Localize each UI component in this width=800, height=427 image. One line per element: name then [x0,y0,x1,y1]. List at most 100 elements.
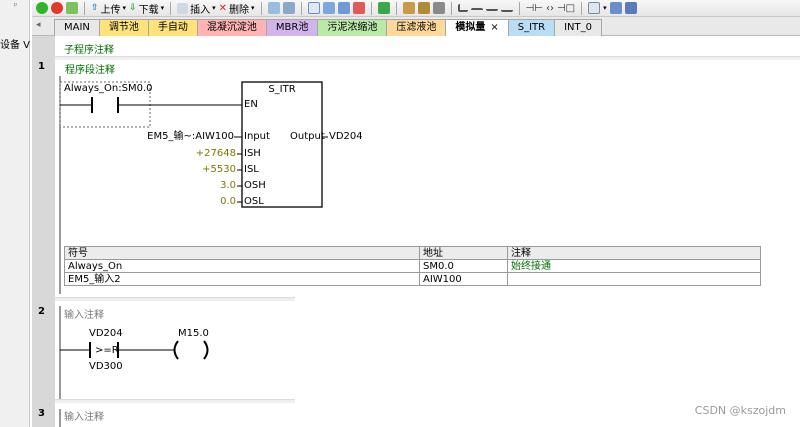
address-cell: AIW100 [419,272,508,286]
network-comment[interactable]: 输入注释 [64,306,104,321]
upload-button[interactable]: ⇧ 上传 ▾ [91,1,126,16]
tab-label: S_ITR [517,22,546,33]
osh-pin: OSH [244,180,266,191]
view-icon[interactable] [588,2,601,14]
tab-label: 调节池 [108,22,139,33]
dropdown-icon[interactable]: ▾ [123,4,127,12]
toolbar: ⇧ 上传 ▾ ⇩ 下载 ▾ 插入 ▾ ✕ 删除 ▾ ⊣⊢ ‹› ⊣□ ▾ [32,0,800,17]
go-to-icon[interactable] [377,2,390,14]
navigate-icon[interactable] [322,2,335,14]
tab-0[interactable]: MAIN [54,19,100,36]
tab-1[interactable]: 调节池 [98,19,149,36]
en-pin: EN [244,99,258,110]
dropdown-icon[interactable]: ▾ [161,4,165,12]
tab-label: 污泥浓缩池 [327,22,378,33]
symbol-cell: Always_On [64,259,420,273]
input-value[interactable]: EM5_输~:AIW100 [132,131,234,143]
coil-left-arc[interactable] [173,340,179,360]
dropdown-icon[interactable]: ▾ [251,4,255,12]
symbol-table-icon[interactable] [432,2,445,14]
toolbar-separator [395,1,397,15]
pin-icon[interactable]: ᵖ [14,1,17,10]
line-right-icon[interactable] [500,5,513,12]
delete-label: 删除 [229,4,250,16]
scroll-left-icon[interactable]: ◂ [36,20,41,30]
stop-icon[interactable] [51,2,63,14]
box-icon[interactable]: ⊣□ [557,3,575,14]
upload-arrow-icon: ⇧ [91,3,99,13]
table-row: Always_On SM0.0 始终接通 [64,259,761,273]
address-cell: SM0.0 [419,259,508,273]
network-comment[interactable]: 输入注释 [64,408,104,423]
delete-button[interactable]: ✕ 删除 ▾ [219,1,255,16]
coil-right-arc[interactable] [203,340,209,360]
network-number: 1 [38,61,45,72]
output-value[interactable]: VD204 [329,131,363,143]
dropdown-icon[interactable]: ▾ [603,4,607,12]
line-up-icon[interactable] [485,5,498,11]
tab-7[interactable]: 模拟量 × [445,19,509,36]
symbol-table: 符号 地址 注释 Always_On SM0.0 始终接通 EM5_输入2 AI… [64,246,761,286]
tab-8[interactable]: S_ITR [507,19,556,36]
insert-button[interactable]: 插入 ▾ [177,1,216,16]
isl-value[interactable]: +5530 [172,164,236,176]
window-icon[interactable] [307,2,320,14]
tab-label: MBR池 [275,22,309,33]
tab-label: MAIN [64,22,90,33]
compare-operand-top[interactable]: VD204 [89,328,123,340]
close-icon[interactable]: × [490,22,498,33]
coil-icon[interactable]: ‹› [546,3,554,14]
tab-5[interactable]: 污泥浓缩池 [317,19,388,36]
osl-pin: OSL [244,196,264,207]
tab-2[interactable]: 手自动 [147,19,198,36]
unlock-icon[interactable] [417,2,430,14]
insert-icon [177,2,189,14]
tab-6[interactable]: 压滤液池 [386,19,447,36]
compare-operand-bottom[interactable]: VD300 [89,361,123,373]
grid-icon[interactable] [609,2,622,14]
monitor-icon[interactable] [267,2,280,14]
isl-pin: ISL [244,164,259,175]
compile-icon[interactable] [66,2,78,14]
dropdown-icon[interactable]: ▾ [212,4,216,12]
toolbar-separator [450,1,452,15]
delete-icon: ✕ [218,2,228,14]
toolbar-separator [84,1,85,15]
symbol-table-header: 符号 地址 注释 [64,246,761,260]
coil-label[interactable]: M15.0 [178,328,209,340]
upload-label: 上传 [100,4,121,16]
comment-column-header: 注释 [507,246,761,260]
ish-value[interactable]: +27648 [172,148,236,160]
toolbar-separator [260,1,262,15]
symbol-column-header: 符号 [64,246,420,260]
tab-3[interactable]: 混凝沉淀池 [196,19,267,36]
download-label: 下载 [138,4,159,16]
subroutine-comment[interactable]: 子程序注释 [64,41,114,56]
network-separator [55,297,295,301]
toolbar-separator [370,1,372,15]
lock-icon[interactable] [402,2,415,14]
contact-icon[interactable]: ⊣⊢ [526,3,543,14]
network-separator [55,56,800,60]
network-separator [55,399,295,403]
download-button[interactable]: ⇩ 下载 ▾ [129,1,164,16]
tab-label: 混凝沉淀池 [206,22,257,33]
network-comment[interactable]: 程序段注释 [65,61,115,76]
osl-value[interactable]: 0.0 [172,196,236,208]
edit-icon[interactable] [624,2,637,14]
remove-bookmark-icon[interactable] [352,2,365,14]
tab-bar: ◂ MAIN 调节池 手自动 混凝沉淀池 MBR池 污泥浓缩池 压滤液池 模拟量 × S_ITR I… [32,17,800,36]
branch-icon[interactable] [457,4,468,12]
compare-operator: >=R [95,345,119,356]
tab-label: 手自动 [157,22,188,33]
tab-9[interactable]: INT_0 [554,19,602,36]
line-down-icon[interactable] [470,8,483,14]
status-chart-icon[interactable] [282,2,295,14]
contact-label: Always_On:SM0.0 [64,83,153,94]
osh-value[interactable]: 3.0 [172,180,236,192]
tab-4[interactable]: MBR池 [265,19,319,36]
symbol-cell: EM5_输入2 [64,272,420,286]
toolbar-separator [518,1,520,15]
run-icon[interactable] [36,2,48,14]
bookmark-icon[interactable] [337,2,350,14]
